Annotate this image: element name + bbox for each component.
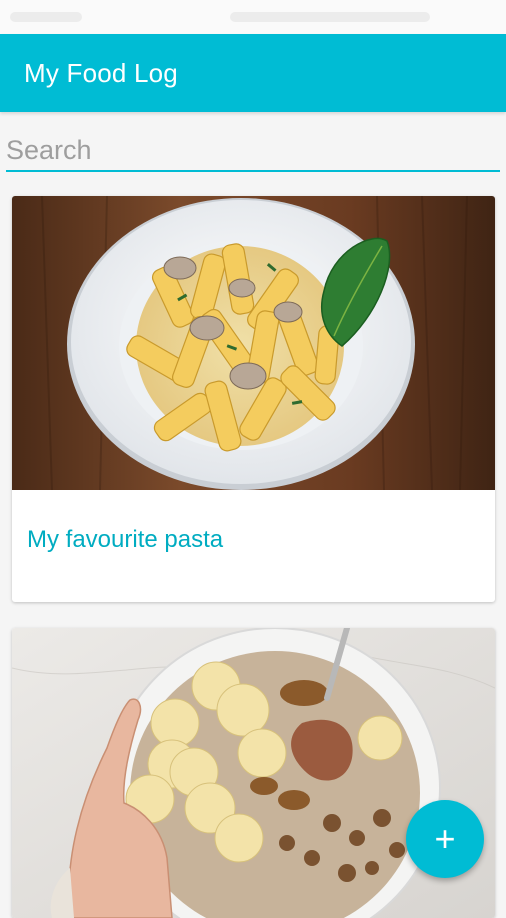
app-bar: My Food Log <box>0 34 506 112</box>
status-left-items <box>10 12 82 22</box>
pasta-photo-icon <box>12 196 495 490</box>
search-input[interactable] <box>6 130 500 172</box>
search-container <box>6 130 500 172</box>
card-title: My favourite pasta <box>27 526 224 553</box>
plus-icon: + <box>434 818 456 859</box>
food-card[interactable]: My favourite pasta <box>12 196 495 602</box>
oatmeal-bowl-photo-icon <box>12 628 495 918</box>
food-card[interactable] <box>12 628 495 918</box>
status-right-items <box>230 12 430 22</box>
status-bar <box>0 0 506 34</box>
add-food-button[interactable]: + <box>406 800 484 878</box>
app-title: My Food Log <box>24 57 178 88</box>
